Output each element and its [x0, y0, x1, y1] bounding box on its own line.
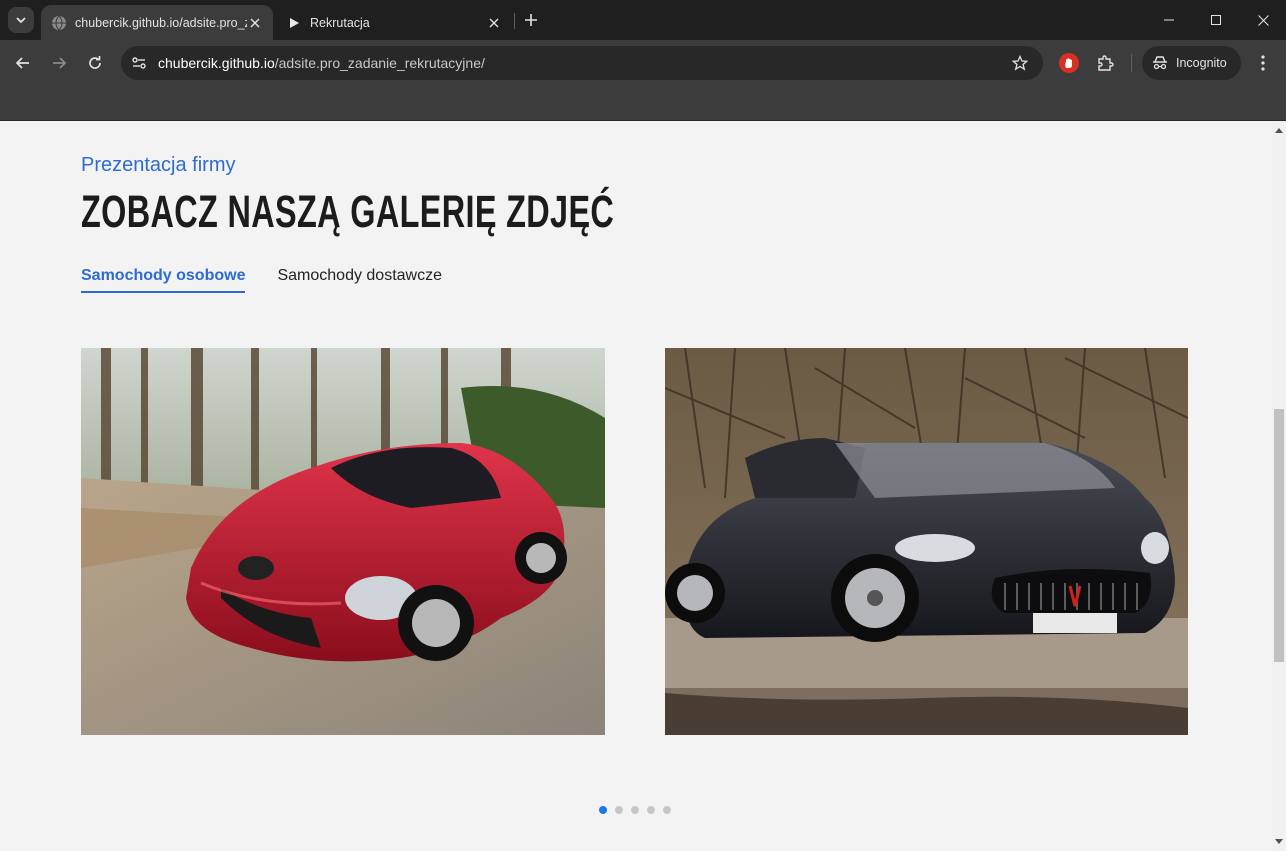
browser-tab[interactable]: Rekrutacja: [276, 5, 512, 40]
close-icon: [1257, 14, 1269, 26]
section-subtitle: Prezentacja firmy: [81, 154, 236, 176]
play-icon: [286, 15, 302, 31]
incognito-icon: [1152, 56, 1168, 70]
close-window-button[interactable]: [1240, 0, 1286, 40]
globe-icon: [51, 15, 67, 31]
more-vert-icon: [1261, 55, 1265, 71]
reload-button[interactable]: [81, 49, 109, 77]
new-tab-button[interactable]: [520, 9, 542, 31]
scroll-up-icon[interactable]: [1272, 123, 1286, 137]
page-title: ZOBACZ NASZĄ GALERIĘ ZDJĘĆ: [81, 186, 615, 237]
gallery-photo-black-car[interactable]: [665, 348, 1188, 735]
browser-menu-button[interactable]: [1252, 52, 1274, 74]
url-text: chubercik.github.io/adsite.pro_zadanie_r…: [158, 55, 485, 71]
carousel-dot-3[interactable]: [631, 806, 639, 814]
tab-samochody-osobowe[interactable]: Samochody osobowe: [81, 267, 246, 293]
bookmark-star-icon[interactable]: [1011, 54, 1029, 72]
minimize-button[interactable]: [1146, 0, 1192, 40]
extensions-puzzle-icon[interactable]: [1094, 52, 1116, 74]
carousel-dot-2[interactable]: [615, 806, 623, 814]
close-tab-icon[interactable]: [486, 15, 502, 31]
maximize-icon: [1211, 15, 1221, 25]
reload-icon: [89, 56, 101, 69]
bookmarks-bar: [0, 86, 1286, 121]
scroll-down-icon[interactable]: [1272, 835, 1286, 849]
tab-divider: [514, 13, 515, 29]
url-host: chubercik.github.io: [158, 55, 275, 71]
tab-title: chubercik.github.io/adsite.pro_z: [75, 15, 247, 30]
arrow-right-icon: [53, 57, 67, 69]
tab-strip: chubercik.github.io/adsite.pro_z Rekruta…: [0, 0, 1286, 40]
address-bar[interactable]: chubercik.github.io/adsite.pro_zadanie_r…: [121, 46, 1043, 80]
toolbar-divider: [1131, 54, 1132, 72]
incognito-button[interactable]: Incognito: [1142, 46, 1241, 80]
gallery-photo-red-car[interactable]: [81, 348, 605, 735]
back-button[interactable]: [9, 49, 37, 77]
page-scrollbar[interactable]: [1272, 121, 1286, 851]
tab-samochody-dostawcze[interactable]: Samochody dostawcze: [277, 267, 442, 293]
maximize-button[interactable]: [1193, 0, 1239, 40]
extension-hand-icon[interactable]: [1059, 53, 1079, 73]
carousel-dot-5[interactable]: [663, 806, 671, 814]
close-tab-icon[interactable]: [247, 15, 263, 31]
minimize-icon: [1164, 19, 1174, 21]
page-viewport: Prezentacja firmy ZOBACZ NASZĄ GALERIĘ Z…: [0, 121, 1286, 851]
carousel-dot-1[interactable]: [599, 806, 607, 814]
tab-title: Rekrutacja: [310, 15, 370, 30]
scrollbar-thumb[interactable]: [1274, 409, 1284, 662]
site-settings-icon[interactable]: [129, 53, 149, 73]
carousel-pagination: [599, 806, 671, 814]
gallery-tabs: Samochody osobowe Samochody dostawcze: [81, 267, 442, 293]
browser-toolbar: chubercik.github.io/adsite.pro_zadanie_r…: [0, 40, 1286, 86]
chevron-down-icon: [16, 17, 26, 24]
tab-search-button[interactable]: [8, 7, 34, 33]
plus-icon: [525, 14, 537, 26]
incognito-label: Incognito: [1176, 56, 1227, 70]
carousel-dot-4[interactable]: [647, 806, 655, 814]
browser-tab-active[interactable]: chubercik.github.io/adsite.pro_z: [41, 5, 273, 40]
arrow-left-icon: [15, 57, 29, 69]
forward-button[interactable]: [45, 49, 73, 77]
url-path: /adsite.pro_zadanie_rekrutacyjne/: [274, 55, 485, 71]
